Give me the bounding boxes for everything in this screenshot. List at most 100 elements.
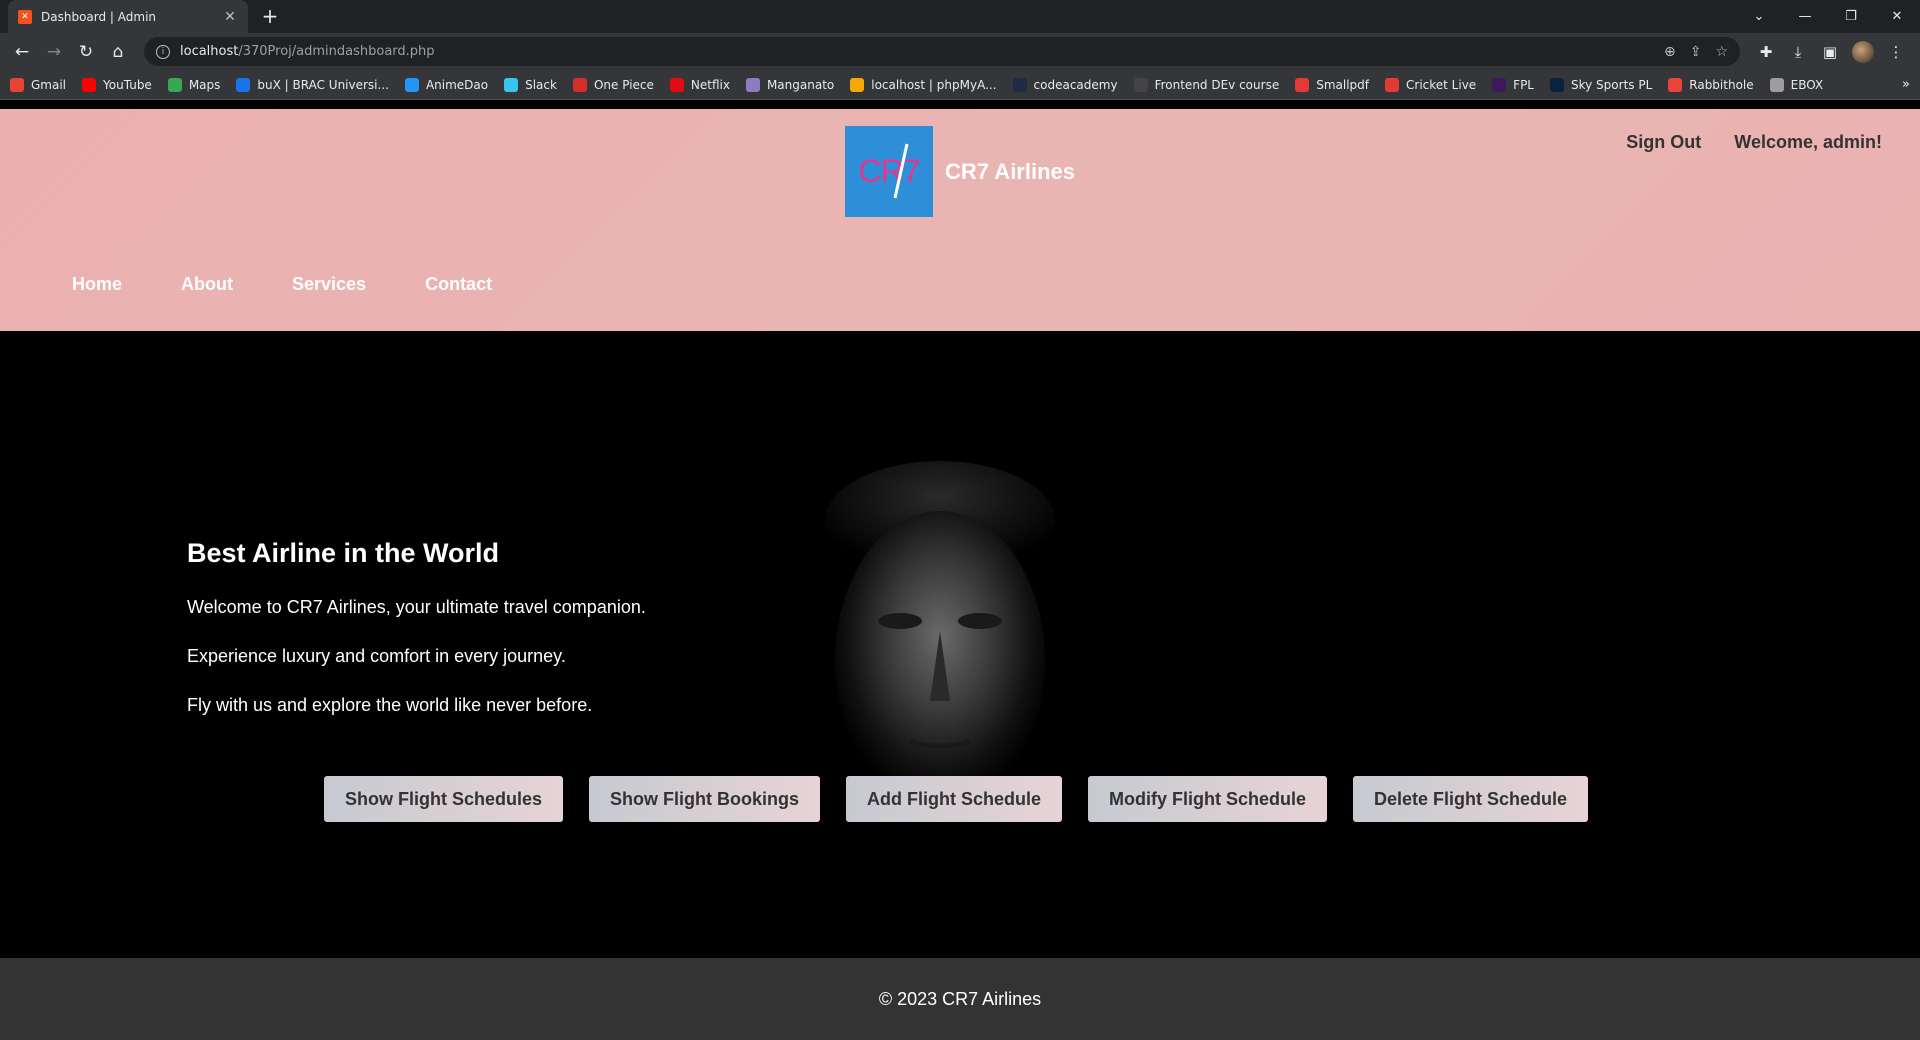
main-nav: Home About Services Contact	[72, 274, 492, 295]
browser-tab[interactable]: ✕ Dashboard | Admin ✕	[8, 0, 248, 33]
xampp-favicon-icon: ✕	[18, 9, 32, 24]
bookmark-star-icon[interactable]: ☆	[1715, 44, 1728, 60]
bookmark-favicon-icon	[1550, 77, 1564, 92]
delete-flight-schedule-button[interactable]: Delete Flight Schedule	[1353, 776, 1589, 822]
bookmark-item[interactable]: Slack	[504, 77, 557, 92]
bookmark-label: buX | BRAC Universi...	[257, 77, 389, 92]
url-path: /370Proj/admindashboard.php	[238, 44, 435, 59]
url-host: localhost	[180, 44, 239, 59]
bookmark-favicon-icon	[82, 77, 97, 92]
minimize-icon[interactable]: —	[1782, 0, 1828, 33]
bookmark-favicon-icon	[850, 77, 865, 92]
bookmark-label: Cricket Live	[1406, 77, 1477, 92]
hero-line-1: Welcome to CR7 Airlines, your ultimate t…	[187, 597, 646, 617]
bookmark-favicon-icon	[572, 77, 587, 92]
bookmark-favicon-icon	[1012, 77, 1027, 92]
bookmark-favicon-icon	[10, 77, 24, 92]
bookmark-label: Manganato	[766, 77, 835, 92]
bookmark-label: codeacademy	[1033, 77, 1118, 92]
cr7-logo: CR7	[845, 126, 933, 217]
address-bar[interactable]: i localhost /370Proj/admindashboard.php …	[144, 37, 1740, 66]
back-icon[interactable]: ←	[8, 38, 36, 66]
zoom-icon[interactable]: ⊕	[1664, 44, 1676, 60]
bookmark-item[interactable]: AnimeDao	[404, 77, 489, 92]
site-footer: © 2023 CR7 Airlines	[0, 958, 1920, 1040]
site-header: CR7 CR7 Airlines Sign Out Welcome, admin…	[0, 109, 1920, 331]
nav-contact[interactable]: Contact	[425, 274, 492, 295]
nav-home[interactable]: Home	[72, 274, 122, 295]
bookmark-item[interactable]: codeacademy	[1012, 77, 1118, 92]
bookmark-favicon-icon	[1295, 77, 1310, 92]
nav-services[interactable]: Services	[292, 274, 366, 295]
admin-actions: Show Flight Schedules Show Flight Bookin…	[324, 776, 1589, 822]
copyright-text: © 2023 CR7 Airlines	[878, 988, 1042, 1009]
bookmark-favicon-icon	[1133, 77, 1148, 92]
reload-icon[interactable]: ↻	[72, 38, 100, 66]
account-links: Sign Out Welcome, admin!	[1626, 132, 1882, 153]
browser-toolbar: ← → ↻ ⌂ i localhost /370Proj/admindashbo…	[0, 33, 1920, 70]
show-flight-bookings-button[interactable]: Show Flight Bookings	[589, 776, 820, 822]
bookmark-item[interactable]: Maps	[167, 77, 221, 92]
bookmark-label: Sky Sports PL	[1571, 77, 1653, 92]
more-bookmarks-icon[interactable]: »	[1902, 77, 1910, 92]
bookmark-item[interactable]: Gmail	[10, 77, 67, 92]
bookmark-item[interactable]: Smallpdf	[1295, 77, 1369, 92]
profile-avatar[interactable]	[1852, 40, 1874, 63]
forward-icon[interactable]: →	[40, 38, 68, 66]
hero-line-3: Fly with us and explore the world like n…	[187, 695, 593, 715]
hero-text: Best Airline in the World Welcome to CR7…	[187, 538, 646, 744]
bookmark-label: Maps	[188, 77, 221, 92]
bookmark-item[interactable]: Cricket Live	[1385, 77, 1477, 92]
bookmark-item[interactable]: buX | BRAC Universi...	[236, 77, 389, 92]
extensions-icon[interactable]: ✚	[1750, 38, 1782, 66]
bookmark-item[interactable]: Manganato	[745, 77, 835, 92]
share-icon[interactable]: ⇪	[1690, 44, 1702, 60]
sign-out-link[interactable]: Sign Out	[1626, 132, 1701, 153]
bookmark-favicon-icon	[167, 77, 182, 92]
close-window-icon[interactable]: ✕	[1874, 0, 1920, 33]
bookmark-label: Smallpdf	[1316, 77, 1369, 92]
bookmark-item[interactable]: Netflix	[669, 77, 730, 92]
bookmark-item[interactable]: YouTube	[82, 77, 152, 92]
bookmark-item[interactable]: FPL	[1492, 77, 1534, 92]
bookmark-favicon-icon	[1769, 77, 1784, 92]
window-controls: ⌄ — ❐ ✕	[1736, 0, 1920, 33]
hero-section: Best Airline in the World Welcome to CR7…	[0, 331, 1920, 958]
logo-slash-icon	[893, 143, 909, 199]
close-tab-icon[interactable]: ✕	[222, 9, 238, 25]
home-icon[interactable]: ⌂	[104, 38, 132, 66]
modify-flight-schedule-button[interactable]: Modify Flight Schedule	[1088, 776, 1327, 822]
nav-about[interactable]: About	[181, 274, 233, 295]
show-flight-schedules-button[interactable]: Show Flight Schedules	[324, 776, 564, 822]
new-tab-icon[interactable]: +	[258, 4, 282, 28]
bookmark-favicon-icon	[745, 77, 760, 92]
site-info-icon[interactable]: i	[156, 44, 170, 59]
download-icon[interactable]: ⤓	[1782, 38, 1814, 66]
browser-tab-bar: ✕ Dashboard | Admin ✕ + ⌄ — ❐ ✕	[0, 0, 1920, 33]
bookmark-label: YouTube	[103, 77, 152, 92]
bookmark-item[interactable]: One Piece	[572, 77, 654, 92]
bookmark-favicon-icon	[669, 77, 684, 92]
restore-icon[interactable]: ❐	[1828, 0, 1874, 33]
brand-name: CR7 Airlines	[945, 158, 1076, 184]
brand[interactable]: CR7 CR7 Airlines	[845, 126, 1075, 217]
bookmark-label: FPL	[1513, 77, 1534, 92]
bookmark-label: AnimeDao	[425, 77, 489, 92]
bookmark-label: Frontend DEv course	[1154, 77, 1280, 92]
bookmark-label: One Piece	[593, 77, 654, 92]
bookmark-item[interactable]: EBOX	[1769, 77, 1823, 92]
bookmark-label: localhost | phpMyA...	[871, 77, 997, 92]
tab-search-icon[interactable]: ⌄	[1736, 0, 1782, 33]
bookmark-item[interactable]: Frontend DEv course	[1133, 77, 1280, 92]
bookmark-item[interactable]: Rabbithole	[1668, 77, 1754, 92]
bookmark-label: Gmail	[31, 77, 67, 92]
hero-title: Best Airline in the World	[187, 538, 500, 568]
bookmark-item[interactable]: localhost | phpMyA...	[850, 77, 997, 92]
menu-icon[interactable]: ⋮	[1880, 38, 1912, 66]
side-panel-icon[interactable]: ▣	[1814, 38, 1846, 66]
bookmark-label: Rabbithole	[1689, 77, 1754, 92]
add-flight-schedule-button[interactable]: Add Flight Schedule	[846, 776, 1062, 822]
welcome-text: Welcome, admin!	[1734, 132, 1882, 152]
bookmark-item[interactable]: Sky Sports PL	[1550, 77, 1653, 92]
bookmark-label: Netflix	[690, 77, 730, 92]
